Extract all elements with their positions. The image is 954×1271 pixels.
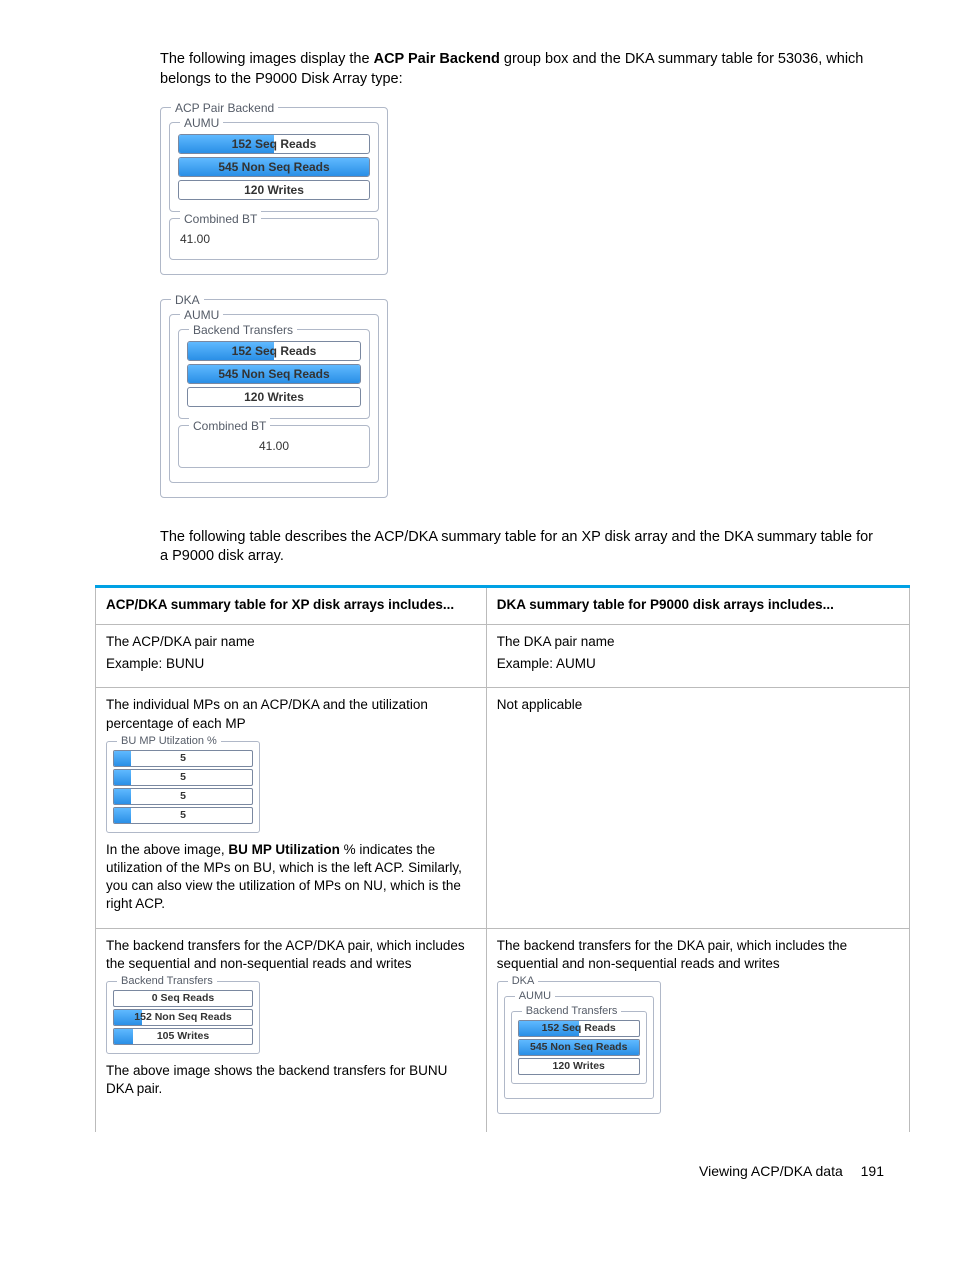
summary-table: ACP/DKA summary table for XP disk arrays… [95,585,910,1132]
table-header-1: ACP/DKA summary table for XP disk arrays… [96,586,487,624]
mp-util-bar: 5 [113,750,253,767]
group-label-combined2: Combined BT [189,418,270,434]
aumu-group: AUMU 152 Seq Reads 545 Non Seq Reads 120… [169,122,379,212]
cell-text: The individual MPs on an ACP/DKA and the… [106,696,476,732]
page-number: 191 [861,1162,884,1181]
dka-group: DKA AUMU Backend Transfers 152 Seq Reads… [160,299,388,497]
footer-section-title: Viewing ACP/DKA data [699,1163,843,1179]
cell-text: Example: AUMU [497,655,899,673]
backend-transfers-mini: Backend Transfers 0 Seq Reads 152 Non Se… [106,981,260,1054]
intro-paragraph-2: The following table describes the ACP/DK… [160,528,884,567]
group-label-bt-mini2: Backend Transfers [522,1004,622,1019]
seq-reads-bar2: 152 Seq Reads [187,341,361,361]
cell-text: Not applicable [497,696,899,714]
group-label-combined: Combined BT [180,211,261,227]
acp-pair-backend-panel: ACP Pair Backend AUMU 152 Seq Reads 545 … [160,107,884,275]
cell-text: Example: BUNU [106,655,476,673]
table-row: The ACP/DKA pair name Example: BUNU The … [96,624,910,687]
dka-panel: DKA AUMU Backend Transfers 152 Seq Reads… [160,299,884,497]
writes-mini: 105 Writes [113,1028,253,1045]
group-label-aumu: AUMU [180,115,223,131]
table-row: The backend transfers for the ACP/DKA pa… [96,928,910,1132]
bt-mini-group: Backend Transfers 152 Seq Reads 545 Non … [511,1011,647,1084]
group-label-bt-mini: Backend Transfers [117,974,217,989]
group-label-bt: Backend Transfers [189,322,297,338]
nonseq-reads-mini2: 545 Non Seq Reads [518,1039,640,1056]
cell-text: The backend transfers for the ACP/DKA pa… [106,937,476,973]
acp-pair-backend-group: ACP Pair Backend AUMU 152 Seq Reads 545 … [160,107,388,275]
combined-bt-group2: Combined BT 41.00 [178,425,370,467]
writes-bar2: 120 Writes [187,387,361,407]
nonseq-reads-bar: 545 Non Seq Reads [178,157,370,177]
writes-mini2: 120 Writes [518,1058,640,1075]
mp-util-bar: 5 [113,807,253,824]
backend-transfers-group: Backend Transfers 152 Seq Reads 545 Non … [178,329,370,419]
table-header-2: DKA summary table for P9000 disk arrays … [486,586,909,624]
aumu-mini-group: AUMU Backend Transfers 152 Seq Reads 545… [504,996,654,1099]
bu-mp-util-group: BU MP Utilzation % 5 5 5 5 [106,741,260,833]
table-row: The individual MPs on an ACP/DKA and the… [96,688,910,928]
mp-util-bar: 5 [113,769,253,786]
mp-util-bar: 5 [113,788,253,805]
group-label-dka: DKA [171,292,204,308]
group-label-aumu-mini: AUMU [515,989,555,1004]
cell-text: The above image shows the backend transf… [106,1062,476,1098]
combined-bt-value: 41.00 [178,227,370,251]
writes-bar: 120 Writes [178,180,370,200]
aumu-group2: AUMU Backend Transfers 152 Seq Reads 545… [169,314,379,482]
intro-bold: ACP Pair Backend [374,51,500,67]
intro-paragraph: The following images display the ACP Pai… [160,50,884,89]
nonseq-reads-bar2: 545 Non Seq Reads [187,364,361,384]
combined-bt-group: Combined BT 41.00 [169,218,379,260]
cell-text: The DKA pair name [497,633,899,651]
group-label-acp: ACP Pair Backend [171,100,278,116]
cell-text: The ACP/DKA pair name [106,633,476,651]
group-label-aumu2: AUMU [180,307,223,323]
seq-reads-bar: 152 Seq Reads [178,134,370,154]
group-label-dka-mini: DKA [508,974,539,989]
combined-bt-value2: 41.00 [187,434,361,458]
group-label-bu-mp: BU MP Utilzation % [117,734,221,749]
cell-text: The backend transfers for the DKA pair, … [497,937,899,973]
seq-reads-mini2: 152 Seq Reads [518,1020,640,1037]
cell-text: In the above image, BU MP Utilization % … [106,841,476,914]
dka-mini-group: DKA AUMU Backend Transfers 152 Seq Reads… [497,981,661,1114]
intro-text: The following images display the [160,51,374,67]
nonseq-reads-mini: 152 Non Seq Reads [113,1009,253,1026]
page-footer: Viewing ACP/DKA data 191 [70,1162,884,1181]
seq-reads-mini: 0 Seq Reads [113,990,253,1007]
